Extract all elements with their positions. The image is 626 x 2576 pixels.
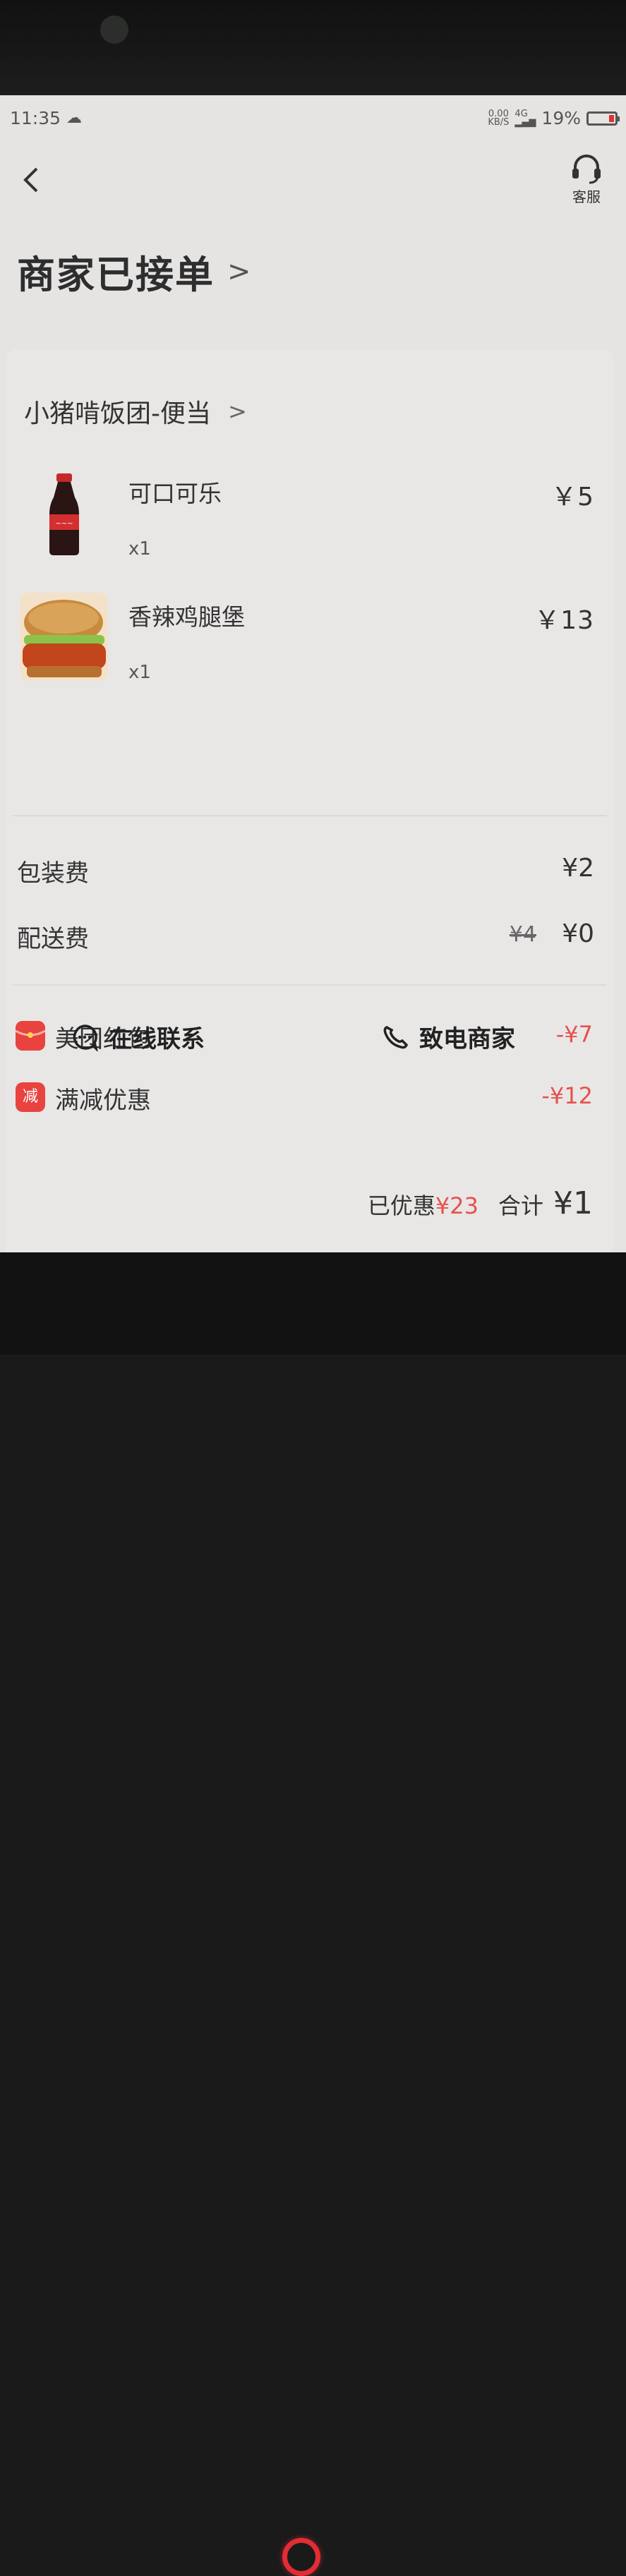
delivery-fee-original: ¥4: [509, 922, 536, 947]
chevron-right-icon: >: [228, 398, 247, 425]
item-name: 可口可乐: [128, 480, 222, 507]
status-right-group: 0.00 KB/S 4G ▂▄▆ 19%: [488, 108, 620, 128]
network-speed: 0.00 KB/S: [488, 109, 510, 128]
item-name: 香辣鸡腿堡: [128, 603, 245, 631]
front-camera: [100, 16, 128, 44]
shop-name: 小猪啃饭团-便当: [24, 399, 211, 428]
item-quantity: x1: [128, 662, 151, 683]
fullcut-row: 减 满减优惠 -¥12: [6, 1081, 614, 1116]
order-detail-card: 小猪啃饭团-便当 > ~~~ 可口可乐 x1 ￥5 香辣鸡腿堡 x1 ￥13 包…: [6, 349, 614, 1252]
order-status-text: 商家已接单: [17, 253, 215, 297]
item-price: ￥13: [534, 606, 594, 635]
total-amount: ¥1: [553, 1185, 593, 1221]
back-button[interactable]: [21, 166, 42, 202]
call-merchant-label: 致电商家: [419, 1025, 515, 1053]
divider: [13, 815, 607, 816]
status-time: 11:35: [10, 108, 61, 128]
fullcut-value: -¥12: [541, 1082, 593, 1109]
chevron-right-icon: >: [227, 255, 253, 288]
saved-label: 已优惠: [367, 1192, 435, 1219]
burger-icon: [20, 593, 108, 681]
order-item[interactable]: 香辣鸡腿堡 x1 ￥13: [6, 593, 614, 691]
item-image-burger: [20, 593, 108, 681]
saved-amount: ¥23: [435, 1192, 478, 1219]
item-quantity: x1: [128, 538, 151, 560]
order-total-row: 已优惠 ¥23 合计 ¥1: [368, 1185, 593, 1221]
order-status-heading[interactable]: 商家已接单 >: [17, 243, 253, 299]
cloud-notification-icon: ☁: [66, 109, 82, 127]
delivery-fee-label: 配送费: [17, 925, 89, 953]
customer-service-button[interactable]: 客服: [570, 153, 603, 206]
signal-label: 4G: [514, 108, 528, 119]
app-screen: 11:35 ☁ 0.00 KB/S 4G▂▄▆ 19% 客服 商家已接单 >: [0, 95, 626, 1252]
cola-bottle-icon: ~~~: [49, 473, 79, 555]
red-packet-icon: [15, 1021, 46, 1051]
chat-bubble-icon: [73, 1024, 98, 1051]
divider: [13, 984, 607, 986]
item-price: ￥5: [551, 483, 594, 512]
contact-online-label: 在线联系: [109, 1025, 205, 1053]
home-button[interactable]: [282, 2538, 320, 2576]
shop-name-link[interactable]: 小猪啃饭团-便当 >: [24, 393, 247, 430]
phone-bezel-top: [0, 0, 626, 95]
redpacket-value: -¥7: [555, 1021, 593, 1048]
discount-reduce-icon: 减: [16, 1082, 45, 1112]
signal-icon: 4G ▂▄▆: [514, 108, 536, 128]
item-image-cola: ~~~: [20, 469, 108, 557]
delivery-fee-row: 配送费 ¥4 ¥0: [6, 919, 614, 955]
delivery-fee-value: ¥0: [562, 919, 594, 948]
fullcut-label: 满减优惠: [55, 1087, 151, 1115]
status-bar: 11:35 ☁ 0.00 KB/S 4G ▂▄▆ 19%: [0, 108, 626, 136]
phone-icon: [383, 1025, 409, 1048]
call-merchant-button[interactable]: 致电商家: [381, 1020, 515, 1054]
total-label: 合计: [498, 1192, 543, 1219]
headset-icon: [572, 155, 601, 184]
order-item[interactable]: ~~~ 可口可乐 x1 ￥5: [6, 469, 614, 568]
svg-text:~~~: ~~~: [55, 520, 73, 528]
network-speed-unit: KB/S: [488, 116, 510, 128]
contact-online-button[interactable]: 在线联系: [71, 1020, 205, 1054]
battery-icon: [586, 111, 620, 126]
chevron-left-icon: [23, 167, 38, 193]
battery-percent: 19%: [541, 108, 581, 128]
packing-fee-label: 包装费: [17, 859, 89, 888]
packing-fee-value: ¥2: [562, 854, 594, 883]
packing-fee-row: 包装费 ¥2: [6, 854, 614, 889]
customer-service-label: 客服: [572, 188, 601, 205]
phone-bezel-bottom: [0, 1252, 626, 2576]
